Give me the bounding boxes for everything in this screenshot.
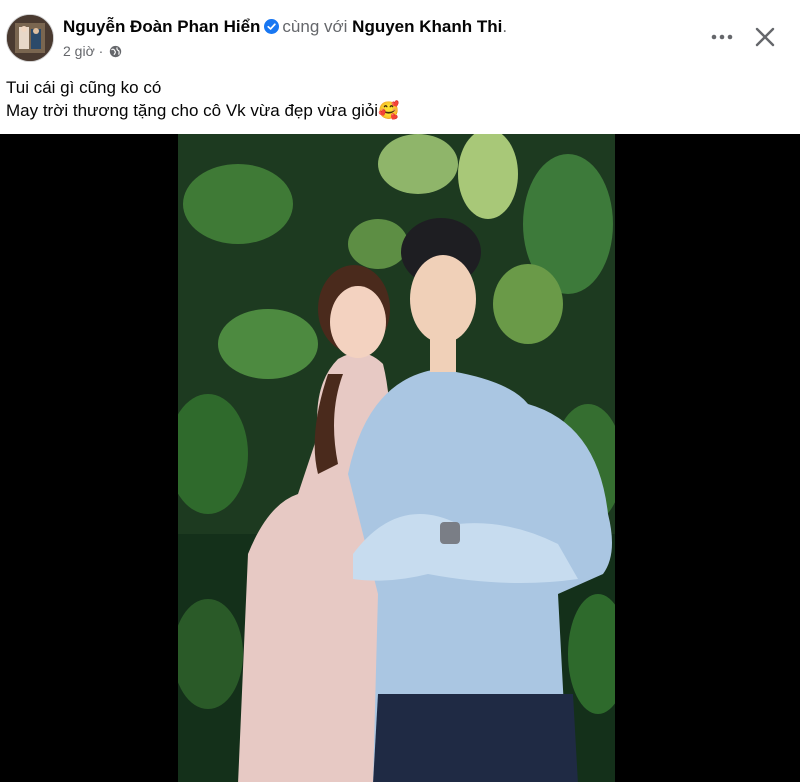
post-text-line: Tui cái gì cũng ko có	[6, 78, 162, 97]
meta-separator: ·	[98, 43, 104, 59]
avatar[interactable]	[6, 14, 54, 62]
close-icon	[755, 27, 775, 47]
more-dots-icon	[711, 34, 733, 40]
post-text: Tui cái gì cũng ko có May trời thương tặ…	[6, 76, 399, 122]
verified-badge-icon	[264, 19, 280, 39]
close-button[interactable]	[752, 24, 778, 50]
author-name[interactable]: Nguyễn Đoàn Phan Hiển	[63, 17, 260, 36]
post-meta: 2 giờ ·	[63, 43, 122, 61]
post-photo[interactable]	[178, 134, 615, 782]
post-time[interactable]: 2 giờ	[63, 43, 95, 59]
post-text-line: May trời thương tặng cho cô Vk vừa đẹp v…	[6, 101, 400, 120]
globe-icon[interactable]	[109, 45, 122, 61]
with-text: cùng với	[282, 17, 348, 36]
post-title-line: Nguyễn Đoàn Phan Hiển cùng với Nguyen Kha…	[63, 17, 507, 39]
photo-area	[0, 134, 800, 782]
tagged-user[interactable]: Nguyen Khanh Thi	[352, 17, 502, 36]
post-header: Nguyễn Đoàn Phan Hiển cùng với Nguyen Kha…	[0, 0, 800, 72]
title-period: .	[502, 17, 508, 36]
more-options-button[interactable]	[708, 24, 736, 48]
